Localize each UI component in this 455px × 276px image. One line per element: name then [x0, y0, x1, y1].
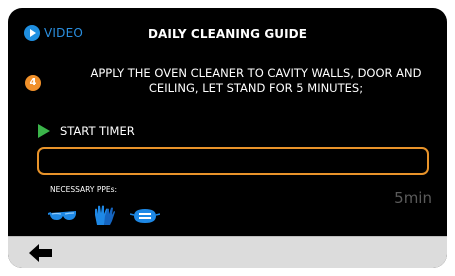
page-title: DAILY CLEANING GUIDE	[147, 27, 308, 41]
play-icon	[38, 124, 50, 138]
mask-icon	[129, 206, 161, 230]
step-instruction: APPLY THE OVEN CLEANER TO CAVITY WALLS, …	[90, 66, 422, 95]
ppe-icon-list	[47, 205, 174, 231]
footer-bar	[8, 236, 447, 268]
step-number-badge: 4	[25, 75, 41, 91]
start-timer-label: START TIMER	[60, 124, 135, 138]
arrow-left-icon	[29, 244, 52, 262]
goggles-icon	[47, 208, 78, 228]
screen: VIDEO DAILY CLEANING GUIDE 4 APPLY THE O…	[8, 8, 447, 268]
start-timer-button[interactable]: START TIMER	[38, 124, 135, 138]
back-button[interactable]	[28, 242, 54, 264]
timer-duration: 5min	[394, 189, 432, 207]
device-frame: VIDEO DAILY CLEANING GUIDE 4 APPLY THE O…	[0, 0, 455, 276]
timer-display[interactable]	[37, 147, 429, 175]
ppe-label: NECESSARY PPEs:	[50, 185, 118, 194]
gloves-icon	[92, 205, 116, 231]
